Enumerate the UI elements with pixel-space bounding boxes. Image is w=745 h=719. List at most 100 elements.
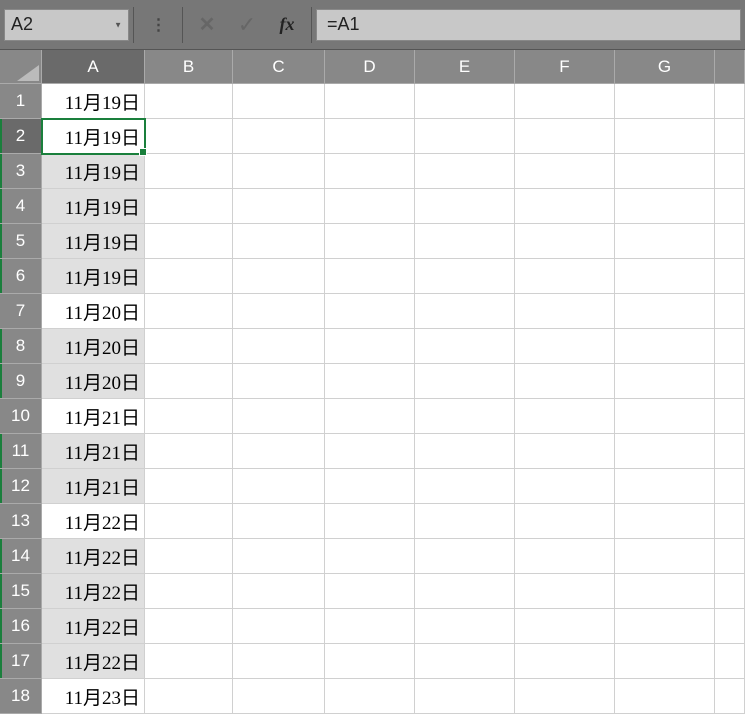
cell[interactable] bbox=[325, 469, 415, 504]
cell[interactable]: 11月19日 bbox=[42, 119, 145, 154]
cell[interactable] bbox=[233, 399, 325, 434]
row-header[interactable]: 2 bbox=[0, 119, 42, 154]
cell[interactable] bbox=[233, 189, 325, 224]
cell[interactable]: 11月19日 bbox=[42, 224, 145, 259]
cell[interactable] bbox=[615, 224, 715, 259]
cell[interactable] bbox=[145, 644, 233, 679]
cell[interactable] bbox=[233, 469, 325, 504]
row-header[interactable]: 7 bbox=[0, 294, 42, 329]
cell[interactable] bbox=[515, 84, 615, 119]
formula-input[interactable]: =A1 bbox=[316, 9, 741, 41]
col-header-A[interactable]: A bbox=[42, 50, 145, 84]
fx-icon[interactable]: fx bbox=[267, 5, 307, 45]
col-header-F[interactable]: F bbox=[515, 50, 615, 84]
cell[interactable] bbox=[715, 154, 745, 189]
col-header-C[interactable]: C bbox=[233, 50, 325, 84]
row-header[interactable]: 13 bbox=[0, 504, 42, 539]
cell[interactable] bbox=[615, 574, 715, 609]
name-box[interactable]: A2 ▼ bbox=[4, 9, 129, 41]
cell[interactable] bbox=[325, 539, 415, 574]
col-header-G[interactable]: G bbox=[615, 50, 715, 84]
cell[interactable] bbox=[415, 259, 515, 294]
cell[interactable] bbox=[515, 154, 615, 189]
row-header[interactable]: 17 bbox=[0, 644, 42, 679]
cell[interactable] bbox=[233, 574, 325, 609]
cell[interactable] bbox=[515, 574, 615, 609]
cell[interactable] bbox=[715, 644, 745, 679]
cell[interactable] bbox=[715, 189, 745, 224]
cell[interactable] bbox=[145, 294, 233, 329]
col-header-E[interactable]: E bbox=[415, 50, 515, 84]
row-header[interactable]: 9 bbox=[0, 364, 42, 399]
cell[interactable] bbox=[515, 364, 615, 399]
cell[interactable]: 11月19日 bbox=[42, 189, 145, 224]
cell[interactable] bbox=[415, 609, 515, 644]
row-header[interactable]: 11 bbox=[0, 434, 42, 469]
cell[interactable] bbox=[233, 224, 325, 259]
cell[interactable] bbox=[415, 574, 515, 609]
col-header-D[interactable]: D bbox=[325, 50, 415, 84]
cell[interactable] bbox=[325, 434, 415, 469]
cell[interactable] bbox=[515, 644, 615, 679]
dropdown-icon[interactable]: ▼ bbox=[114, 20, 122, 29]
cell[interactable] bbox=[145, 539, 233, 574]
cell[interactable] bbox=[233, 259, 325, 294]
cell[interactable] bbox=[715, 469, 745, 504]
cell[interactable] bbox=[145, 469, 233, 504]
more-icon[interactable]: ⋮ bbox=[138, 5, 178, 45]
cell[interactable] bbox=[145, 329, 233, 364]
cell[interactable] bbox=[515, 119, 615, 154]
cell[interactable] bbox=[233, 679, 325, 714]
cell[interactable] bbox=[325, 399, 415, 434]
cell[interactable] bbox=[325, 119, 415, 154]
cell[interactable] bbox=[715, 679, 745, 714]
cell[interactable] bbox=[233, 644, 325, 679]
cell[interactable]: 11月21日 bbox=[42, 434, 145, 469]
cell[interactable] bbox=[615, 644, 715, 679]
cell[interactable] bbox=[415, 119, 515, 154]
cell[interactable] bbox=[515, 329, 615, 364]
cell[interactable] bbox=[415, 84, 515, 119]
cell[interactable] bbox=[515, 399, 615, 434]
cell[interactable] bbox=[615, 679, 715, 714]
cell[interactable] bbox=[233, 504, 325, 539]
cell[interactable]: 11月21日 bbox=[42, 399, 145, 434]
cell[interactable] bbox=[515, 434, 615, 469]
cell[interactable] bbox=[615, 84, 715, 119]
cell[interactable]: 11月19日 bbox=[42, 154, 145, 189]
cell[interactable] bbox=[325, 154, 415, 189]
cell[interactable] bbox=[415, 469, 515, 504]
cell[interactable] bbox=[715, 539, 745, 574]
cell[interactable] bbox=[415, 189, 515, 224]
cell[interactable] bbox=[715, 84, 745, 119]
row-header[interactable]: 8 bbox=[0, 329, 42, 364]
cell[interactable] bbox=[615, 259, 715, 294]
cell[interactable]: 11月19日 bbox=[42, 84, 145, 119]
row-header[interactable]: 1 bbox=[0, 84, 42, 119]
row-header[interactable]: 14 bbox=[0, 539, 42, 574]
cell[interactable] bbox=[145, 119, 233, 154]
cell[interactable] bbox=[415, 294, 515, 329]
cell[interactable] bbox=[233, 154, 325, 189]
cell[interactable] bbox=[415, 644, 515, 679]
cell[interactable] bbox=[145, 399, 233, 434]
row-header[interactable]: 18 bbox=[0, 679, 42, 714]
cell[interactable]: 11月22日 bbox=[42, 504, 145, 539]
col-header-B[interactable]: B bbox=[145, 50, 233, 84]
cell[interactable] bbox=[233, 119, 325, 154]
cell[interactable] bbox=[715, 329, 745, 364]
cell[interactable] bbox=[325, 189, 415, 224]
cell[interactable] bbox=[615, 329, 715, 364]
cell[interactable] bbox=[415, 399, 515, 434]
cell[interactable] bbox=[145, 224, 233, 259]
cell[interactable] bbox=[145, 189, 233, 224]
cell[interactable] bbox=[145, 259, 233, 294]
cell[interactable] bbox=[145, 574, 233, 609]
cell[interactable] bbox=[233, 84, 325, 119]
cell[interactable] bbox=[145, 609, 233, 644]
cell[interactable] bbox=[615, 539, 715, 574]
row-header[interactable]: 3 bbox=[0, 154, 42, 189]
cell[interactable] bbox=[325, 84, 415, 119]
row-header[interactable]: 12 bbox=[0, 469, 42, 504]
cell[interactable] bbox=[145, 84, 233, 119]
